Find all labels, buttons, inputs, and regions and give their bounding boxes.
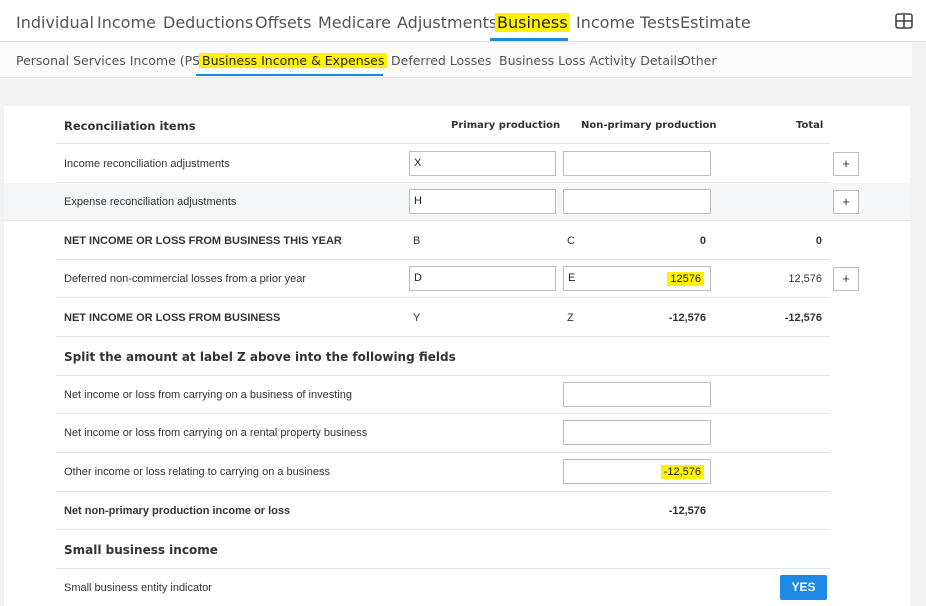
- split-section-row: Split the amount at label Z above into t…: [56, 337, 830, 376]
- other-income-label: Other income or loss relating to carryin…: [64, 466, 330, 478]
- other-income-field[interactable]: -12,576: [563, 459, 711, 484]
- net-income-business-nonprimary-value: -12,576: [668, 312, 706, 324]
- net-nonprimary-value: -12,576: [668, 505, 706, 517]
- label-c-code: C: [567, 235, 575, 247]
- reconciliation-items-heading: Reconciliation items: [64, 119, 196, 133]
- active-tab-underline: [490, 38, 568, 41]
- tab-adjustments[interactable]: Adjustments: [397, 0, 497, 42]
- small-business-section-row: Small business income: [56, 530, 830, 569]
- net-income-this-year-label: NET INCOME OR LOSS FROM BUSINESS THIS YE…: [64, 235, 342, 247]
- nonprimary-production-header: Non-primary production: [581, 120, 717, 131]
- tab-estimate[interactable]: Estimate: [680, 0, 751, 42]
- rental-row: Net income or loss from carrying on a re…: [56, 414, 830, 453]
- tab-business[interactable]: Business: [495, 0, 570, 42]
- label-d-code: D: [414, 272, 422, 284]
- income-reconciliation-primary-field[interactable]: X: [409, 151, 556, 176]
- tab-deductions[interactable]: Deductions: [163, 0, 253, 42]
- rental-label: Net income or loss from carrying on a re…: [64, 427, 368, 439]
- top-navigation: Individual Income Deductions Offsets Med…: [0, 0, 926, 42]
- label-e-code: E: [568, 272, 576, 284]
- net-income-this-year-total: 0: [815, 235, 822, 247]
- small-business-heading: Small business income: [64, 543, 218, 557]
- subtab-business-income-expenses[interactable]: Business Income & Expenses: [199, 42, 388, 78]
- investing-label: Net income or loss from carrying on a bu…: [64, 389, 352, 401]
- income-reconciliation-label: Income reconciliation adjustments: [64, 158, 230, 170]
- small-business-indicator-row: Small business entity indicator: [56, 569, 830, 606]
- net-income-business-label: NET INCOME OR LOSS FROM BUSINESS: [64, 312, 281, 324]
- subtab-other[interactable]: Other: [681, 42, 717, 78]
- net-income-this-year-row: NET INCOME OR LOSS FROM BUSINESS THIS YE…: [56, 221, 830, 260]
- grid-layout-icon[interactable]: [895, 13, 913, 29]
- net-nonprimary-label: Net non-primary production income or los…: [64, 505, 291, 517]
- label-h-code: H: [414, 195, 422, 207]
- net-income-business-row: NET INCOME OR LOSS FROM BUSINESS: [56, 298, 830, 337]
- net-nonprimary-row: Net non-primary production income or los…: [56, 492, 830, 530]
- label-x-code: X: [414, 157, 422, 169]
- label-b-code: B: [413, 235, 421, 247]
- other-income-row: Other income or loss relating to carryin…: [56, 453, 830, 492]
- deferred-losses-total: 12,576: [788, 273, 822, 285]
- expense-reconciliation-label: Expense reconciliation adjustments: [64, 196, 237, 208]
- subtab-business-income-expenses-label: Business Income & Expenses: [199, 53, 388, 68]
- split-section-heading: Split the amount at label Z above into t…: [64, 350, 456, 364]
- small-business-yes-button[interactable]: YES: [780, 575, 827, 600]
- tab-medicare[interactable]: Medicare: [318, 0, 391, 42]
- primary-production-header: Primary production: [451, 120, 561, 131]
- tab-income-tests[interactable]: Income Tests: [576, 0, 680, 42]
- income-reconciliation-nonprimary-field[interactable]: [563, 151, 711, 176]
- investing-row: Net income or loss from carrying on a bu…: [56, 376, 830, 414]
- deferred-losses-primary-field[interactable]: D: [409, 266, 556, 291]
- tab-offsets[interactable]: Offsets: [255, 0, 311, 42]
- net-income-business-total: -12,576: [784, 312, 822, 324]
- subtab-deferred-losses[interactable]: Deferred Losses: [391, 42, 491, 78]
- label-y-code: Y: [413, 312, 421, 324]
- expense-reconciliation-primary-field[interactable]: H: [409, 189, 556, 214]
- active-subtab-underline: [196, 74, 383, 76]
- tab-business-label: Business: [495, 13, 570, 32]
- expense-reconciliation-add-button[interactable]: +: [833, 190, 859, 214]
- tab-income[interactable]: Income: [97, 0, 156, 42]
- subtab-business-loss-activity[interactable]: Business Loss Activity Details: [499, 42, 684, 78]
- deferred-losses-nonprimary-value: 12576: [667, 272, 704, 286]
- deferred-losses-nonprimary-field[interactable]: E 12576: [563, 266, 711, 291]
- tab-individual[interactable]: Individual: [16, 0, 94, 42]
- expense-reconciliation-nonprimary-field[interactable]: [563, 189, 711, 214]
- sub-navigation: Personal Services Income (PSI) Business …: [0, 42, 912, 78]
- investing-field[interactable]: [563, 382, 711, 407]
- total-header: Total: [796, 120, 824, 131]
- small-business-indicator-label: Small business entity indicator: [64, 582, 212, 594]
- rental-field[interactable]: [563, 420, 711, 445]
- net-income-this-year-nonprimary-value: 0: [699, 235, 706, 247]
- deferred-losses-label: Deferred non-commercial losses from a pr…: [64, 273, 307, 285]
- deferred-losses-add-button[interactable]: +: [833, 267, 859, 291]
- other-income-value: -12,576: [660, 465, 704, 479]
- label-z-code: Z: [567, 312, 574, 324]
- subtab-psi[interactable]: Personal Services Income (PSI): [16, 42, 209, 78]
- income-reconciliation-add-button[interactable]: +: [833, 152, 859, 176]
